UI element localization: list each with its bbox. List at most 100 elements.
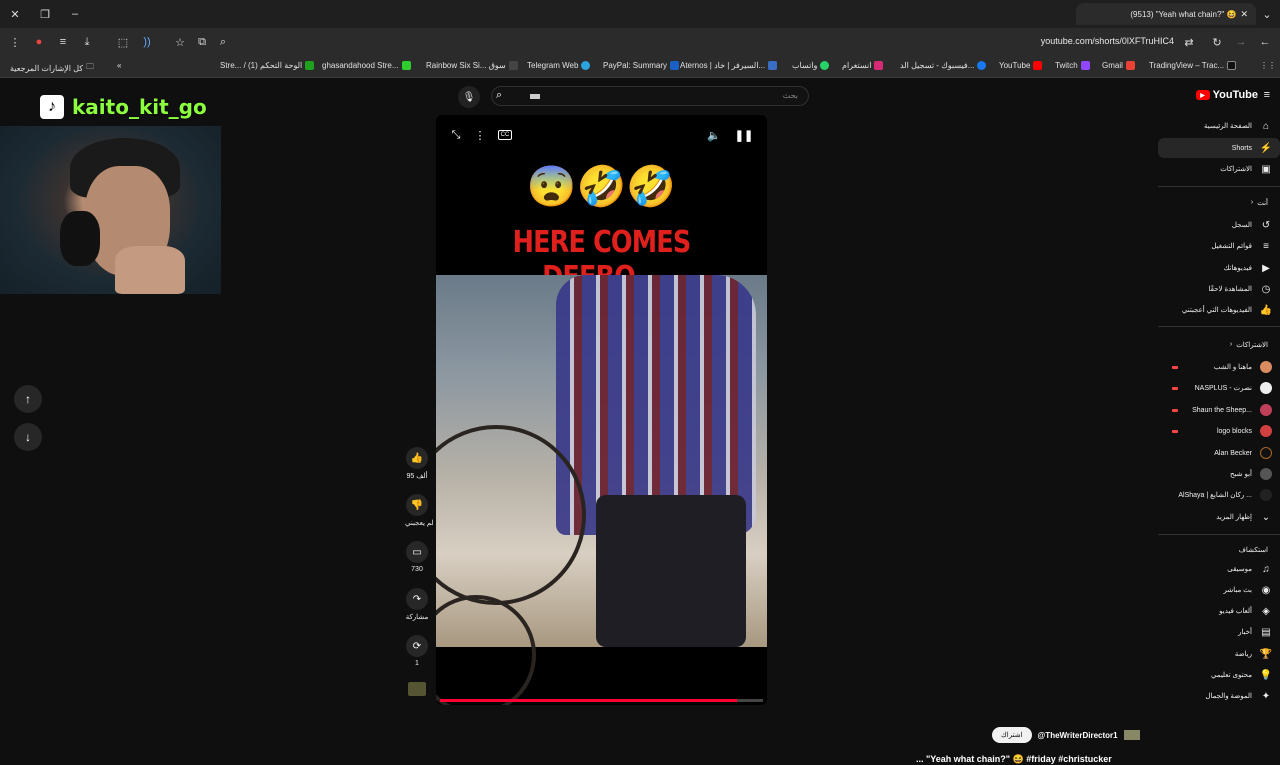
subscribe-button[interactable]: اشتراك [992,727,1032,743]
share-icon[interactable]: ↷ [406,588,428,610]
bookmark-star-icon[interactable]: ☆ [171,33,189,51]
sidebar-item-gaming[interactable]: ألعاب فيديو ◈ [1158,601,1280,621]
search-placeholder: بحث [782,91,798,100]
voice-search-icon[interactable]: 🎙 [458,86,480,108]
sidebar-item-learning[interactable]: محتوى تعليمي 💡 [1158,665,1280,685]
sidebar-sub-channel[interactable]: Shaun the Sheep... [1158,400,1280,420]
bookmarks-overflow-icon[interactable]: « [117,61,121,70]
bookmark-item[interactable]: Stre... / (1) الوحة التحكم [220,61,315,70]
video-progress-bar[interactable] [440,699,763,702]
next-short-button[interactable]: ↓ [14,423,42,451]
bookmark-item[interactable]: PayPal: Summary [603,61,680,70]
sidebar-sub-channel[interactable]: Alan Becker [1158,443,1280,463]
youtube-logo[interactable]: ▶ YouTube [1195,89,1258,101]
active-tab[interactable]: (9513) "Yeah what chain?" 😆 ✕ [1076,3,1256,25]
captions-icon[interactable]: CC [498,130,512,140]
fullscreen-icon[interactable]: ⤡ [448,127,464,143]
sidebar-item-subscriptions[interactable]: الاشتراكات ▣ [1158,159,1280,179]
bookmark-item[interactable]: ghasandahood Stre... [322,61,411,70]
extensions-icon[interactable]: ⬚ [114,33,132,51]
more-options-icon[interactable]: ⋮ [472,127,488,143]
sidebar-sub-channel[interactable]: ماهنا و الشب [1158,357,1280,377]
bookmark-item[interactable]: TradingView – Trac... [1149,61,1237,70]
youtube-sidebar: ▶ YouTube ≡ الصفحة الرئيسية ⌂ Shorts ⚡ الاش… [1158,78,1280,720]
sidebar-sub-channel[interactable]: NASPLUS - نصرت [1158,378,1280,398]
tab-search-icon[interactable]: ⌄ [1258,5,1276,23]
subscriptions-section-header[interactable]: › الاشتراكات [1230,341,1268,349]
sidebar-item-news[interactable]: أخبار ▤ [1158,622,1280,642]
sidebar-item-label: الاشتراكات [1220,166,1252,173]
channel-handle[interactable]: @TheWriterDirector1 [1038,731,1118,740]
restore-window-icon[interactable]: ❐ [36,5,54,23]
bookmark-item[interactable]: Rainbow Six Si... سوق [426,61,518,70]
bookmark-item[interactable]: Aternos | السيرفر | خاد... [680,61,778,70]
sidebar-item-label: الفيديوهات التي أعجبتني [1181,307,1252,314]
share-action[interactable]: ↷ مشاركة [405,588,429,621]
sidebar-item-music[interactable]: موسيقى ♫ [1158,559,1280,579]
previous-short-button[interactable]: ↑ [14,385,42,413]
zoom-icon[interactable]: ⌕ [214,33,232,51]
reload-icon[interactable]: ↻ [1208,33,1226,51]
sidebar-item-your-videos[interactable]: فيديوهاتك ▶ [1158,258,1280,278]
tab-title: (9513) "Yeah what chain?" 😆 [1130,9,1237,19]
sidebar-item-playlists[interactable]: قوائم التشغيل ≡ [1158,236,1280,256]
sidebar-item-sports[interactable]: رياضة 🏆 [1158,644,1280,664]
tiktok-handle: kaito_kit_go [72,95,207,119]
menu-icon[interactable]: ⋮ [6,33,24,51]
audio-thumbnail[interactable] [408,682,426,696]
sidebar-item-fashion[interactable]: الموضة والجمال ✦ [1158,686,1280,706]
like-action[interactable]: 👍 95 ألف [405,447,429,480]
download-icon[interactable]: ⤓ [78,33,96,51]
bookmark-item[interactable]: فيسبوك - تسجيل الد... [900,61,987,70]
dislike-icon[interactable]: 👎 [406,494,428,516]
bookmark-item[interactable]: YouTube [999,61,1043,70]
close-window-icon[interactable]: ✕ [6,5,24,23]
live-indicator-icon [1172,408,1178,412]
sidebar-item-home[interactable]: الصفحة الرئيسية ⌂ [1158,116,1280,136]
sidebar-item-shorts[interactable]: Shorts ⚡ [1158,138,1280,158]
shorts-video-player[interactable]: ⤡ ⋮ CC 🔈 ❚❚ 😨🤣🤣 HERE COMES DEEBO... [436,115,767,705]
pause-icon[interactable]: ❚❚ [735,127,753,143]
minimize-window-icon[interactable]: – [66,5,84,23]
reading-list-icon[interactable]: ≡ [54,33,72,51]
sidebar-show-more[interactable]: إظهار المزيد ⌄ [1158,507,1280,527]
bookmark-label: Aternos | السيرفر | خاد... [680,61,766,70]
sidebar-item-watch-later[interactable]: المشاهدة لاحقًا ◷ [1158,279,1280,299]
like-icon[interactable]: 👍 [406,447,428,469]
search-icon[interactable]: ⌕ [496,89,502,102]
sidebar-item-liked-videos[interactable]: الفيديوهات التي أعجبتني 👍 [1158,300,1280,320]
url-field[interactable]: youtube.com/shorts/0lXFTruHIC4 [1041,36,1174,46]
sidebar-item-history[interactable]: السجل ↺ [1158,215,1280,235]
remix-action[interactable]: ⟳ 1 [405,635,429,667]
back-icon[interactable]: ← [1256,33,1274,51]
tab-close-icon[interactable]: ✕ [1240,9,1248,20]
media-icon[interactable]: )) [138,33,156,51]
bookmark-item[interactable]: Telegram Web [527,61,591,70]
channel-avatar[interactable] [1123,730,1140,740]
volume-icon[interactable]: 🔈 [706,127,722,143]
you-section-header[interactable]: › أنت [1251,199,1268,207]
sidebar-sub-channel[interactable]: AlShaya | ركان الشايع ... [1158,485,1280,505]
bookmark-all[interactable]: كل الإشارات المرجعية 🗀 [10,61,94,75]
comment-icon[interactable]: ▭ [406,541,428,563]
site-info-icon[interactable]: ⇄ [1180,33,1198,51]
bookmark-item[interactable]: Gmail [1102,61,1135,70]
remix-icon[interactable]: ⟳ [406,635,428,657]
apps-grid-icon[interactable]: ⋮⋮ [1260,61,1276,70]
extension-icon[interactable]: ● [30,33,48,51]
bookmark-item[interactable]: واتساب [792,61,830,70]
comment-action[interactable]: ▭ 730 [405,541,429,573]
fashion-icon: ✦ [1261,690,1271,702]
sidebar-sub-channel[interactable]: أبو شبح [1158,464,1280,484]
bookmark-item[interactable]: Twitch [1055,61,1090,70]
forward-icon[interactable]: → [1232,33,1250,51]
search-box[interactable]: بحث [491,86,809,106]
folder-icon: 🗀 [86,62,95,71]
hamburger-menu-icon[interactable]: ≡ [1264,89,1270,101]
sidebar-item-live[interactable]: بث مباشر ◉ [1158,580,1280,600]
bookmark-label: Gmail [1102,61,1123,70]
share-page-icon[interactable]: ⧉ [193,33,211,51]
sidebar-sub-channel[interactable]: logo blocks [1158,421,1280,441]
bookmark-item[interactable]: انستغرام [842,61,884,70]
dislike-action[interactable]: 👎 لم يعجبني [405,494,434,527]
